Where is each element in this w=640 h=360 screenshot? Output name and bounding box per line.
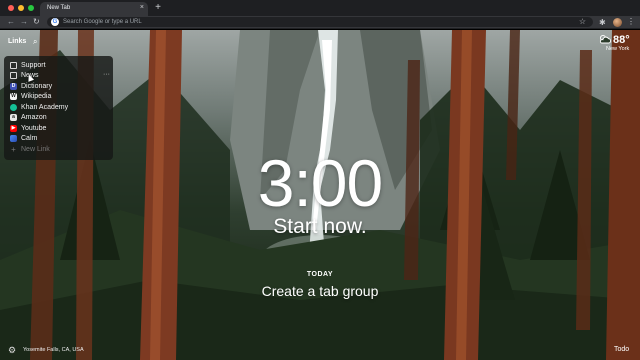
tab-new-tab[interactable]: New Tab ×	[40, 2, 148, 16]
link-label: Support	[21, 62, 46, 69]
link-item-khan-academy[interactable]: Khan Academy	[10, 103, 110, 113]
settings-gear-icon[interactable]: ⚙	[8, 345, 16, 355]
link-item-amazon[interactable]: a Amazon	[10, 113, 110, 123]
link-item-dictionary[interactable]: D Dictionary	[10, 82, 110, 92]
address-bar-placeholder[interactable]: Search Google or type a URL	[63, 18, 142, 26]
maximize-window-button[interactable]	[28, 5, 34, 11]
links-dropdown: Support News ··· D Dictionary W Wikipedi…	[4, 56, 113, 160]
todo-button[interactable]: Todo	[614, 345, 629, 354]
wikipedia-icon: W	[10, 93, 17, 100]
browser-menu-icon[interactable]: ⋮	[627, 17, 635, 27]
link-item-wikipedia[interactable]: W Wikipedia	[10, 92, 110, 102]
link-label: Youtube	[21, 125, 47, 132]
link-label: Amazon	[21, 114, 47, 121]
amazon-icon: a	[10, 114, 17, 121]
photo-location[interactable]: Yosemite Falls, CA, USA	[23, 346, 84, 354]
link-item-support[interactable]: Support	[10, 61, 110, 71]
link-label: Khan Academy	[21, 104, 69, 111]
link-label: Wikipedia	[21, 93, 52, 100]
dictionary-icon: D	[10, 83, 17, 90]
greeting: Start now.	[273, 215, 367, 238]
google-icon: G	[51, 18, 59, 26]
calm-icon	[10, 135, 17, 142]
link-label: Calm	[21, 135, 38, 142]
link-item-news[interactable]: News ···	[10, 71, 110, 81]
folder-icon	[10, 72, 17, 79]
links-button[interactable]: Links	[8, 38, 26, 45]
clock: 3:00	[257, 146, 383, 220]
khan-academy-icon	[10, 104, 17, 111]
profile-avatar[interactable]	[613, 18, 622, 27]
daily-focus[interactable]: Create a tab group	[0, 283, 640, 300]
new-tab-button[interactable]: +	[152, 2, 164, 14]
link-label: Dictionary	[21, 83, 53, 90]
more-options-icon[interactable]: ···	[103, 70, 110, 80]
close-window-button[interactable]	[8, 5, 14, 11]
youtube-icon: ▶	[10, 125, 17, 132]
search-icon[interactable]: ⌕	[33, 37, 37, 47]
tab-strip: New Tab × +	[0, 0, 640, 16]
tab-title: New Tab	[47, 5, 71, 11]
weather-temperature[interactable]: 88°	[613, 34, 630, 46]
forward-arrow-icon[interactable]: →	[20, 17, 28, 27]
extensions-icon[interactable]: ✱	[599, 18, 606, 28]
link-item-youtube[interactable]: ▶ Youtube	[10, 124, 110, 134]
folder-icon	[10, 62, 17, 69]
weather-location: New York	[606, 46, 630, 52]
link-item-calm[interactable]: Calm	[10, 134, 110, 144]
reload-icon[interactable]: ↻	[33, 17, 40, 27]
close-tab-icon[interactable]: ×	[140, 4, 144, 12]
address-bar[interactable]: G Search Google or type a URL ☆	[47, 17, 593, 27]
minimize-window-button[interactable]	[18, 5, 24, 11]
today-label: TODAY	[306, 271, 334, 278]
back-arrow-icon[interactable]: ←	[7, 17, 15, 27]
partly-cloudy-icon[interactable]	[598, 34, 611, 44]
browser-toolbar: ← → ↻ G Search Google or type a URL ☆	[0, 16, 640, 29]
bookmark-star-icon[interactable]: ☆	[579, 17, 586, 27]
